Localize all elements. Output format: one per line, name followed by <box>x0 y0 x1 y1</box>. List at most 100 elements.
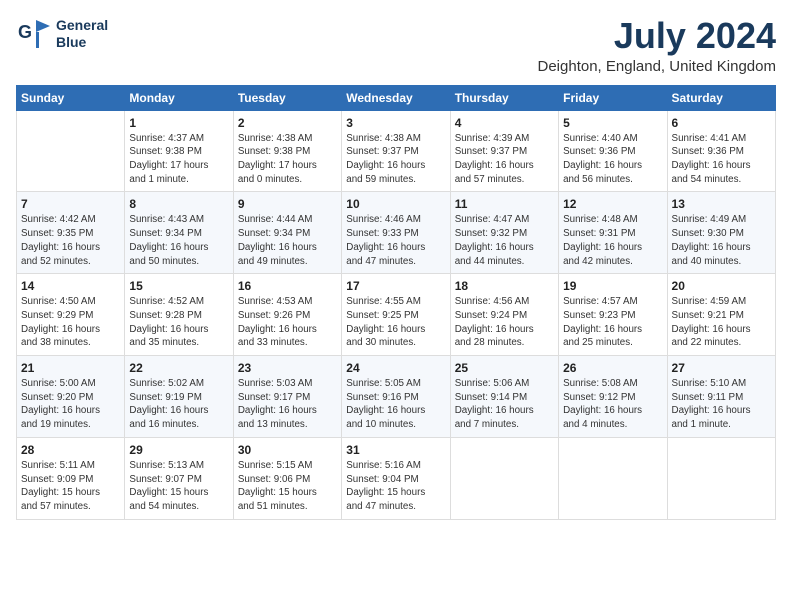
calendar-day-cell: 2 Sunrise: 4:38 AM Sunset: 9:38 PM Daylig… <box>233 110 341 192</box>
day-number: 4 <box>455 116 554 130</box>
calendar-week-row: 28Sunrise: 5:11 AM Sunset: 9:09 PM Dayli… <box>17 437 776 519</box>
day-number: 11 <box>455 197 554 211</box>
header: G General Blue July 2024 Deighton, Engla… <box>16 16 776 75</box>
day-info: Sunrise: 4:55 AM Sunset: 9:25 PM Dayligh… <box>346 295 445 350</box>
location: Deighton, England, United Kingdom <box>538 58 777 75</box>
day-number: 23 <box>238 361 337 375</box>
day-number: 26 <box>563 361 662 375</box>
calendar-day-cell: 20 Sunrise: 4:59 AM Sunset: 9:21 PM Dayli… <box>667 274 775 356</box>
day-info: Sunrise: 4:39 AM Sunset: 9:37 PM Dayligh… <box>455 132 554 187</box>
day-info: Sunrise: 5:15 AM Sunset: 9:06 PM Dayligh… <box>238 459 337 514</box>
calendar-day-cell: 17 Sunrise: 4:55 AM Sunset: 9:25 PM Dayli… <box>342 274 450 356</box>
day-number: 14 <box>21 279 120 293</box>
weekday-header-cell: Wednesday <box>342 85 450 110</box>
day-info: Sunrise: 5:05 AM Sunset: 9:16 PM Dayligh… <box>346 377 445 432</box>
day-number: 9 <box>238 197 337 211</box>
calendar-day-cell: 24 Sunrise: 5:05 AM Sunset: 9:16 PM Dayli… <box>342 356 450 438</box>
day-info: Sunrise: 4:43 AM Sunset: 9:34 PM Dayligh… <box>129 213 228 268</box>
day-info: Sunrise: 4:52 AM Sunset: 9:28 PM Dayligh… <box>129 295 228 350</box>
day-info: Sunrise: 4:46 AM Sunset: 9:33 PM Dayligh… <box>346 213 445 268</box>
day-number: 24 <box>346 361 445 375</box>
day-info: Sunrise: 4:40 AM Sunset: 9:36 PM Dayligh… <box>563 132 662 187</box>
day-number: 31 <box>346 443 445 457</box>
weekday-header-cell: Monday <box>125 85 233 110</box>
calendar-day-cell <box>17 110 125 192</box>
calendar-day-cell: 29 Sunrise: 5:13 AM Sunset: 9:07 PM Dayli… <box>125 437 233 519</box>
logo: G General Blue <box>16 16 108 52</box>
calendar-day-cell: 18Sunrise: 4:56 AM Sunset: 9:24 PM Dayli… <box>450 274 558 356</box>
day-info: Sunrise: 4:44 AM Sunset: 9:34 PM Dayligh… <box>238 213 337 268</box>
day-number: 13 <box>672 197 771 211</box>
day-number: 27 <box>672 361 771 375</box>
calendar-day-cell: 11Sunrise: 4:47 AM Sunset: 9:32 PM Dayli… <box>450 192 558 274</box>
day-info: Sunrise: 4:42 AM Sunset: 9:35 PM Dayligh… <box>21 213 120 268</box>
calendar-day-cell: 19 Sunrise: 4:57 AM Sunset: 9:23 PM Dayli… <box>559 274 667 356</box>
day-number: 6 <box>672 116 771 130</box>
calendar-day-cell: 10 Sunrise: 4:46 AM Sunset: 9:33 PM Dayli… <box>342 192 450 274</box>
day-number: 25 <box>455 361 554 375</box>
weekday-header-cell: Friday <box>559 85 667 110</box>
day-info: Sunrise: 4:37 AM Sunset: 9:38 PM Dayligh… <box>129 132 228 187</box>
day-info: Sunrise: 4:48 AM Sunset: 9:31 PM Dayligh… <box>563 213 662 268</box>
calendar-week-row: 14 Sunrise: 4:50 AM Sunset: 9:29 PM Dayli… <box>17 274 776 356</box>
calendar-day-cell: 27 Sunrise: 5:10 AM Sunset: 9:11 PM Dayli… <box>667 356 775 438</box>
day-number: 7 <box>21 197 120 211</box>
weekday-header-cell: Tuesday <box>233 85 341 110</box>
day-number: 12 <box>563 197 662 211</box>
day-info: Sunrise: 4:38 AM Sunset: 9:38 PM Dayligh… <box>238 132 337 187</box>
day-info: Sunrise: 5:13 AM Sunset: 9:07 PM Dayligh… <box>129 459 228 514</box>
month-year: July 2024 <box>538 16 777 56</box>
day-number: 15 <box>129 279 228 293</box>
calendar-day-cell: 12 Sunrise: 4:48 AM Sunset: 9:31 PM Dayli… <box>559 192 667 274</box>
day-info: Sunrise: 5:03 AM Sunset: 9:17 PM Dayligh… <box>238 377 337 432</box>
day-number: 20 <box>672 279 771 293</box>
weekday-header-cell: Sunday <box>17 85 125 110</box>
calendar-day-cell: 9 Sunrise: 4:44 AM Sunset: 9:34 PM Daylig… <box>233 192 341 274</box>
logo-text: General Blue <box>56 17 108 51</box>
day-number: 2 <box>238 116 337 130</box>
calendar-day-cell: 28Sunrise: 5:11 AM Sunset: 9:09 PM Dayli… <box>17 437 125 519</box>
day-info: Sunrise: 4:57 AM Sunset: 9:23 PM Dayligh… <box>563 295 662 350</box>
day-info: Sunrise: 4:53 AM Sunset: 9:26 PM Dayligh… <box>238 295 337 350</box>
calendar-day-cell: 6Sunrise: 4:41 AM Sunset: 9:36 PM Daylig… <box>667 110 775 192</box>
day-info: Sunrise: 5:10 AM Sunset: 9:11 PM Dayligh… <box>672 377 771 432</box>
calendar-week-row: 21Sunrise: 5:00 AM Sunset: 9:20 PM Dayli… <box>17 356 776 438</box>
calendar-day-cell: 30 Sunrise: 5:15 AM Sunset: 9:06 PM Dayli… <box>233 437 341 519</box>
calendar-day-cell <box>450 437 558 519</box>
day-number: 1 <box>129 116 228 130</box>
calendar-day-cell: 1 Sunrise: 4:37 AM Sunset: 9:38 PM Daylig… <box>125 110 233 192</box>
calendar-day-cell: 23 Sunrise: 5:03 AM Sunset: 9:17 PM Dayli… <box>233 356 341 438</box>
day-number: 29 <box>129 443 228 457</box>
calendar-day-cell: 4 Sunrise: 4:39 AM Sunset: 9:37 PM Daylig… <box>450 110 558 192</box>
calendar-day-cell: 5 Sunrise: 4:40 AM Sunset: 9:36 PM Daylig… <box>559 110 667 192</box>
day-info: Sunrise: 5:11 AM Sunset: 9:09 PM Dayligh… <box>21 459 120 514</box>
day-number: 19 <box>563 279 662 293</box>
day-number: 10 <box>346 197 445 211</box>
calendar-header: SundayMondayTuesdayWednesdayThursdayFrid… <box>17 85 776 110</box>
calendar-day-cell <box>559 437 667 519</box>
day-info: Sunrise: 4:50 AM Sunset: 9:29 PM Dayligh… <box>21 295 120 350</box>
calendar-day-cell: 31 Sunrise: 5:16 AM Sunset: 9:04 PM Dayli… <box>342 437 450 519</box>
day-number: 21 <box>21 361 120 375</box>
calendar-day-cell: 14 Sunrise: 4:50 AM Sunset: 9:29 PM Dayli… <box>17 274 125 356</box>
calendar-day-cell <box>667 437 775 519</box>
calendar-day-cell: 3Sunrise: 4:38 AM Sunset: 9:37 PM Daylig… <box>342 110 450 192</box>
day-info: Sunrise: 5:16 AM Sunset: 9:04 PM Dayligh… <box>346 459 445 514</box>
day-info: Sunrise: 4:59 AM Sunset: 9:21 PM Dayligh… <box>672 295 771 350</box>
weekday-header-cell: Thursday <box>450 85 558 110</box>
calendar-week-row: 7 Sunrise: 4:42 AM Sunset: 9:35 PM Daylig… <box>17 192 776 274</box>
day-number: 5 <box>563 116 662 130</box>
calendar-day-cell: 25Sunrise: 5:06 AM Sunset: 9:14 PM Dayli… <box>450 356 558 438</box>
calendar-body: 1 Sunrise: 4:37 AM Sunset: 9:38 PM Daylig… <box>17 110 776 519</box>
day-info: Sunrise: 5:08 AM Sunset: 9:12 PM Dayligh… <box>563 377 662 432</box>
day-number: 17 <box>346 279 445 293</box>
day-number: 16 <box>238 279 337 293</box>
calendar-day-cell: 15 Sunrise: 4:52 AM Sunset: 9:28 PM Dayli… <box>125 274 233 356</box>
calendar-table: SundayMondayTuesdayWednesdayThursdayFrid… <box>16 85 776 520</box>
weekday-header-row: SundayMondayTuesdayWednesdayThursdayFrid… <box>17 85 776 110</box>
day-number: 22 <box>129 361 228 375</box>
title-block: July 2024 Deighton, England, United King… <box>538 16 777 75</box>
weekday-header-cell: Saturday <box>667 85 775 110</box>
day-info: Sunrise: 5:02 AM Sunset: 9:19 PM Dayligh… <box>129 377 228 432</box>
day-number: 30 <box>238 443 337 457</box>
